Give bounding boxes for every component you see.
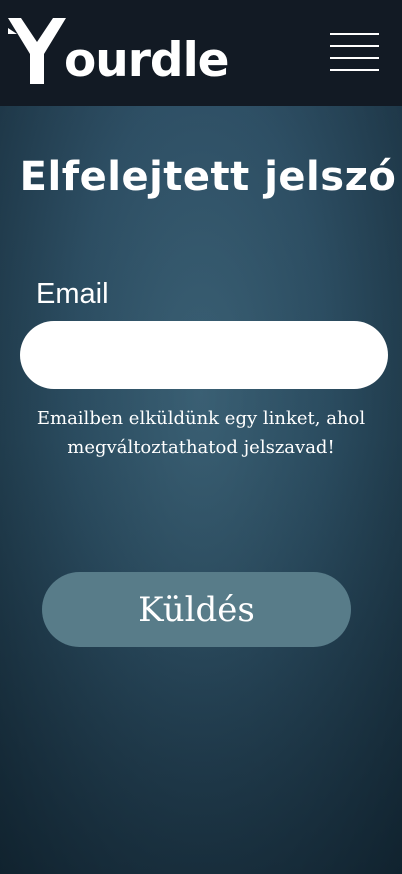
email-field[interactable] (20, 321, 388, 389)
page-title: Elfelejtett jelszó (19, 154, 397, 200)
logo-y-icon (8, 18, 66, 84)
email-label: Email (36, 278, 109, 310)
yourdle-logo[interactable]: ourdle (8, 14, 230, 88)
hamburger-menu-icon[interactable] (330, 33, 380, 71)
top-bar: ourdle (0, 0, 402, 106)
email-hint-text: Emailben elküldünk egy linket, ahol megv… (36, 408, 366, 458)
send-button[interactable]: Küldés (42, 572, 351, 647)
logo-wordmark: ourdle (64, 33, 230, 88)
